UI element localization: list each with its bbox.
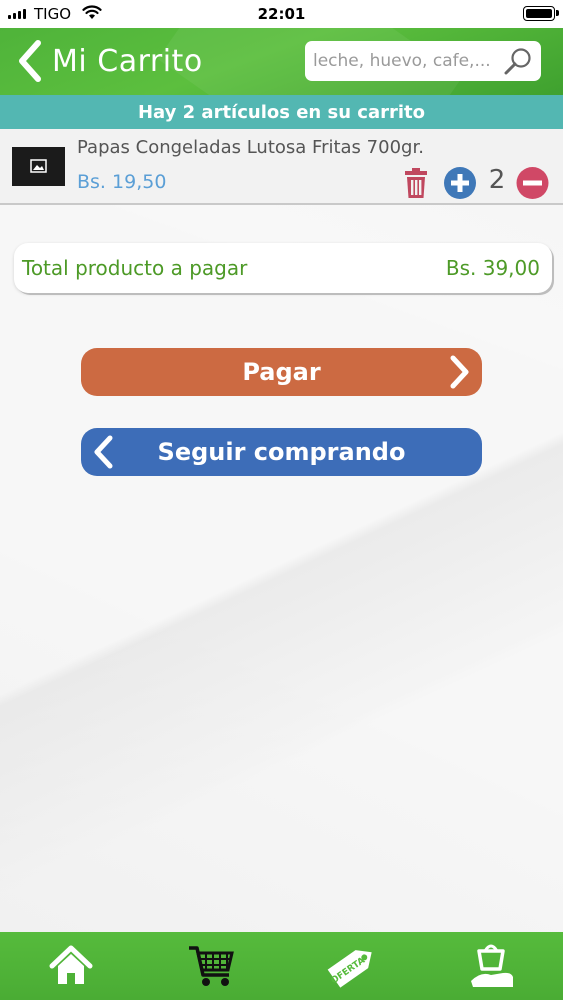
tab-home[interactable] [41,940,101,992]
quantity-value: 2 [488,165,506,195]
chevron-left-icon [19,40,41,82]
image-placeholder-icon [30,159,47,173]
decrease-quantity-button[interactable] [516,167,549,203]
cart-icon [189,946,234,986]
search-input[interactable] [313,41,503,81]
battery-icon [523,6,559,21]
tab-bar: OFERTA [0,932,563,1000]
pay-button[interactable]: Pagar [81,348,482,396]
basket-hand-icon [471,944,513,987]
total-value: Bs. 39,00 [445,256,540,280]
tab-cart[interactable] [181,940,241,992]
plus-icon [444,167,476,199]
continue-shopping-label: Seguir comprando [157,438,406,466]
total-card: Total producto a pagar Bs. 39,00 [14,243,552,293]
page-title: Mi Carrito [52,44,203,79]
header-bar: Mi Carrito [0,28,563,95]
search-box[interactable] [305,41,541,81]
product-price: Bs. 19,50 [77,171,167,193]
status-bar: TIGO 22:01 [0,0,563,28]
offer-tag-icon: OFERTA [327,950,372,988]
back-button[interactable] [14,38,44,84]
tab-basket[interactable] [462,940,522,992]
search-icon[interactable] [503,47,533,79]
cart-item: Papas Congeladas Lutosa Fritas 700gr. Bs… [0,129,563,205]
increase-quantity-button[interactable] [444,167,476,203]
clock: 22:01 [257,5,306,23]
product-thumbnail [12,147,65,186]
tab-offers[interactable]: OFERTA [322,940,382,992]
cart-count-banner: Hay 2 artículos en su carrito [0,95,563,129]
chevron-right-icon [450,355,469,389]
home-icon [49,945,93,984]
chevron-left-icon [94,435,113,469]
pay-button-label: Pagar [242,358,321,386]
minus-icon [516,167,549,199]
total-label: Total producto a pagar [22,256,248,280]
trash-icon[interactable] [401,167,431,203]
product-name: Papas Congeladas Lutosa Fritas 700gr. [77,137,424,158]
continue-shopping-button[interactable]: Seguir comprando [81,428,482,476]
